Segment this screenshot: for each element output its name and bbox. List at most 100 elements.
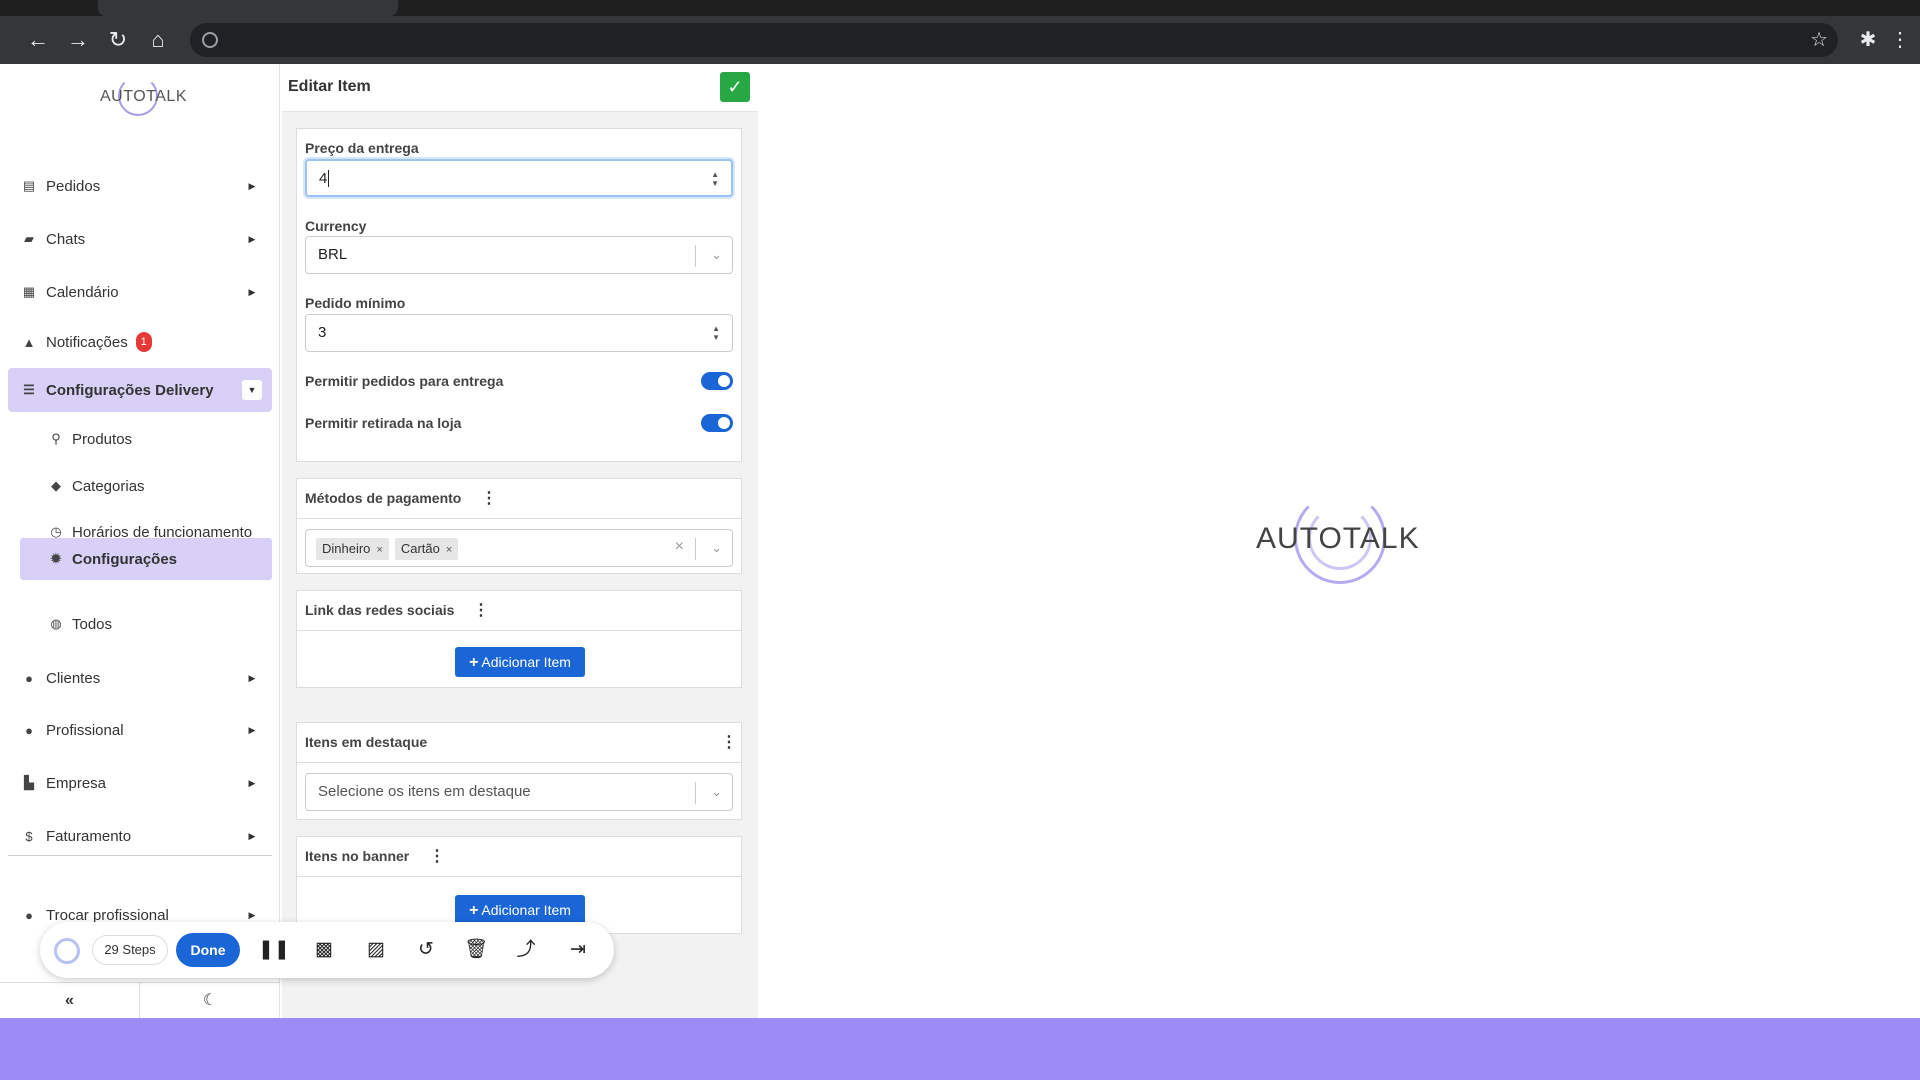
image-icon[interactable]: ▨ [362, 936, 390, 964]
sidebar-subitem-label: Categorias [72, 477, 145, 495]
delivery-price-input[interactable]: 4 ▲ ▼ [305, 159, 733, 197]
bookmark-star-icon[interactable]: ☆ [1810, 27, 1828, 52]
banner-items-card: Itens no banner ⋮ + Adicionar Item [296, 836, 742, 934]
home-icon[interactable]: ⌂ [142, 24, 174, 56]
sidebar-item-profissional[interactable]: ● Profissional ▶ [8, 708, 272, 752]
sidebar-subitem-label: Produtos [72, 430, 133, 448]
allow-delivery-toggle[interactable] [701, 372, 733, 390]
reload-icon[interactable]: ↻ [102, 24, 134, 56]
delivery-price-label: Preço da entrega [305, 140, 419, 156]
dollar-icon: $ [25, 828, 33, 844]
allow-pickup-label: Permitir retirada na loja [305, 415, 462, 431]
add-banner-item-button[interactable]: + Adicionar Item [455, 895, 585, 925]
chevron-down-icon[interactable]: ⌄ [711, 774, 722, 810]
caret-down-icon[interactable]: ▼ [242, 380, 262, 400]
caret-right-icon[interactable]: ▶ [242, 720, 262, 740]
address-bar[interactable]: ☆ [190, 23, 1838, 57]
forward-icon[interactable]: → [62, 24, 94, 56]
number-spinner[interactable]: ▲ ▼ [712, 324, 720, 342]
caret-right-icon[interactable]: ▶ [242, 826, 262, 846]
notification-badge: 1 [135, 332, 152, 352]
tag-icon: ◆ [51, 478, 61, 493]
sidebar-item-empresa[interactable]: ▙ Empresa ▶ [8, 761, 272, 805]
kebab-menu-icon[interactable]: ⋮ [429, 849, 445, 865]
featured-items-card: Itens em destaque ⋮ Selecione os itens e… [296, 722, 742, 820]
select-divider [695, 245, 696, 267]
recorder-logo-icon [54, 938, 80, 964]
sidebar-item-pedidos[interactable]: ▤ Pedidos ▶ [8, 164, 272, 208]
tag-dinheiro: Dinheiro × [316, 538, 389, 560]
globe-icon: ◍ [50, 616, 62, 631]
collapse-sidebar-icon[interactable]: « [0, 983, 140, 1019]
plus-icon: + [469, 654, 479, 671]
trash-icon[interactable]: 🗑 [462, 936, 490, 964]
kebab-menu-icon[interactable]: ⋮ [473, 603, 489, 619]
blur-icon[interactable]: ▩ [310, 936, 338, 964]
site-info-icon[interactable] [202, 32, 218, 48]
chevron-down-icon[interactable]: ⌄ [711, 530, 722, 566]
upload-arrow-icon[interactable]: ⤴ [512, 936, 540, 964]
calendar-icon: ▦ [22, 284, 36, 299]
sidebar-item-label: Empresa [46, 774, 107, 792]
social-links-label: Link das redes sociais [305, 602, 455, 618]
user-gear-icon: ● [25, 722, 33, 738]
steps-counter[interactable]: 29 Steps [92, 935, 168, 965]
sidebar-subitem-produtos[interactable]: ⚲ Produtos [20, 418, 272, 460]
caret-right-icon[interactable]: ▶ [242, 773, 262, 793]
sidebar-item-clientes[interactable]: ● Clientes ▶ [8, 656, 272, 700]
kebab-menu-icon[interactable]: ⋮ [481, 491, 497, 507]
building-icon: ▙ [24, 775, 34, 790]
currency-select[interactable]: BRL ⌄ [305, 236, 733, 274]
sidebar-subitem-label: Todos [72, 615, 113, 633]
number-spinner[interactable]: ▲ ▼ [711, 170, 719, 188]
min-order-input[interactable]: 3 ▲ ▼ [305, 314, 733, 352]
browser-menu-icon[interactable]: ⋮ [1884, 24, 1916, 56]
undo-icon[interactable]: ↺ [412, 936, 440, 964]
caret-right-icon[interactable]: ▶ [242, 668, 262, 688]
text-cursor [328, 170, 330, 187]
remove-tag-icon[interactable]: × [446, 544, 452, 556]
dark-mode-icon[interactable]: ☾ [140, 983, 280, 1019]
back-icon[interactable]: ← [22, 24, 54, 56]
browser-toolbar: ← → ↻ ⌂ ☆ ✱ ⋮ [0, 16, 1920, 64]
caret-right-icon[interactable]: ▶ [242, 229, 262, 249]
payment-methods-label: Métodos de pagamento [305, 490, 462, 506]
caret-right-icon[interactable]: ▶ [242, 282, 262, 302]
browser-tab[interactable] [98, 0, 398, 16]
sidebar-footer: « ☾ [0, 982, 280, 1019]
remove-tag-icon[interactable]: × [376, 544, 382, 556]
sidebar-item-chats[interactable]: ▰ Chats ▶ [8, 217, 272, 261]
page-title: Editar Item [288, 78, 371, 95]
skip-end-icon[interactable]: ⇥ [564, 936, 592, 964]
allow-pickup-toggle[interactable] [701, 414, 733, 432]
sidebar-item-label: Trocar profissional [46, 906, 169, 924]
extensions-icon[interactable]: ✱ [1852, 24, 1884, 56]
add-social-link-button[interactable]: + Adicionar Item [455, 647, 585, 677]
sidebar-item-notificacoes[interactable]: ▲ Notificações 1 [8, 320, 272, 364]
sidebar-subitem-configuracoes[interactable]: ✹ Configurações [20, 538, 272, 580]
featured-items-label: Itens em destaque [305, 734, 428, 750]
preview-logo-text: AUTOTALK [1256, 522, 1420, 555]
caret-right-icon[interactable]: ▶ [242, 176, 262, 196]
preview-autotalk-logo: AUTOTALK [1256, 490, 1426, 590]
card-header: Itens no banner ⋮ [297, 837, 741, 877]
payment-methods-select[interactable]: Dinheiro × Cartão × × ⌄ [305, 529, 733, 567]
pause-icon[interactable]: ❚❚ [258, 936, 290, 964]
chevron-down-icon[interactable]: ⌄ [711, 237, 722, 273]
sidebar-subitem-todos[interactable]: ◍ Todos [20, 603, 272, 645]
clear-all-icon[interactable]: × [675, 538, 684, 556]
save-check-button[interactable]: ✓ [720, 72, 750, 102]
done-button[interactable]: Done [176, 933, 240, 967]
social-links-card: Link das redes sociais ⋮ + Adicionar Item [296, 590, 742, 688]
sidebar-item-faturamento[interactable]: $ Faturamento ▶ [8, 814, 272, 858]
sidebar-item-label: Configurações Delivery [46, 381, 214, 399]
featured-items-select[interactable]: Selecione os itens em destaque ⌄ [305, 773, 733, 811]
sidebar-item-calendario[interactable]: ▦ Calendário ▶ [8, 270, 272, 314]
sidebar-subitem-categorias[interactable]: ◆ Categorias [20, 465, 272, 507]
banner-items-label: Itens no banner [305, 848, 410, 864]
currency-label: Currency [305, 218, 367, 234]
sidebar: AUTOTALK ▤ Pedidos ▶ ▰ Chats ▶ ▦ Calendá… [0, 64, 280, 1019]
sidebar-item-configuracoes-delivery[interactable]: ☰ Configurações Delivery ▼ [8, 368, 272, 412]
sidebar-item-label: Calendário [46, 283, 119, 301]
kebab-menu-icon[interactable]: ⋮ [721, 735, 737, 751]
